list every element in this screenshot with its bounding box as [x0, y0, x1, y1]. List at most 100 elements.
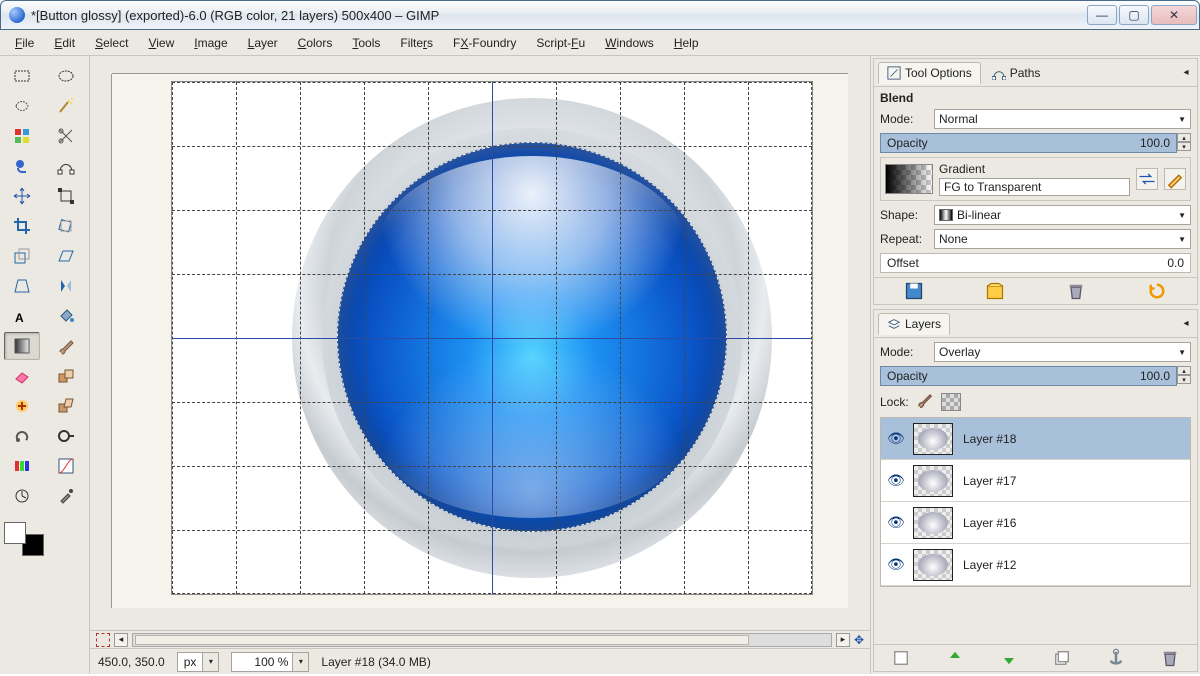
eye-icon[interactable]: 👁: [887, 514, 903, 531]
zoom-combo[interactable]: ▾: [231, 652, 309, 672]
layer-thumbnail[interactable]: [913, 465, 953, 497]
tool-dodge-burn[interactable]: [48, 422, 84, 450]
layer-row[interactable]: 👁 Layer #16: [881, 502, 1190, 544]
layer-thumbnail[interactable]: [913, 507, 953, 539]
lower-layer-button[interactable]: [998, 648, 1020, 668]
layer-row[interactable]: 👁 Layer #18: [881, 418, 1190, 460]
window-maximize-button[interactable]: ▢: [1119, 5, 1149, 25]
layer-thumbnail[interactable]: [913, 423, 953, 455]
gradient-edit-button[interactable]: [1164, 168, 1186, 190]
tool-flip[interactable]: [48, 272, 84, 300]
window-minimize-button[interactable]: —: [1087, 5, 1117, 25]
color-swatches[interactable]: [4, 522, 44, 556]
tool-blend[interactable]: [4, 332, 40, 360]
tool-free-select[interactable]: [4, 92, 40, 120]
delete-preset-button[interactable]: [1065, 281, 1087, 301]
raise-layer-button[interactable]: [944, 648, 966, 668]
horizontal-scrollbar[interactable]: ◂ ▸ ✥: [90, 630, 870, 648]
menu-layer[interactable]: Layer: [239, 33, 287, 53]
tool-perspective-clone[interactable]: [48, 392, 84, 420]
repeat-select[interactable]: None▼: [934, 229, 1191, 249]
tool-rect-select[interactable]: [4, 62, 40, 90]
gradient-name-field[interactable]: FG to Transparent: [939, 178, 1130, 196]
restore-preset-button[interactable]: [984, 281, 1006, 301]
tool-move[interactable]: [4, 182, 40, 210]
tool-crop[interactable]: [4, 212, 40, 240]
eye-icon[interactable]: 👁: [887, 430, 903, 447]
scroll-right-button[interactable]: ▸: [836, 633, 850, 647]
menu-scriptfu[interactable]: Script-Fu: [527, 33, 594, 53]
vertical-ruler[interactable]: [90, 74, 112, 608]
layer-row[interactable]: 👁 Layer #17: [881, 460, 1190, 502]
tool-perspective[interactable]: [4, 272, 40, 300]
menu-select[interactable]: Select: [86, 33, 137, 53]
tool-text[interactable]: A: [4, 302, 40, 330]
canvas-image[interactable]: [172, 82, 812, 594]
menu-help[interactable]: Help: [665, 33, 708, 53]
shape-select[interactable]: Bi-linear ▼: [934, 205, 1191, 225]
save-preset-button[interactable]: [903, 281, 925, 301]
layer-row[interactable]: 👁 Layer #12: [881, 544, 1190, 586]
tool-smudge[interactable]: [4, 422, 40, 450]
tool-paths[interactable]: [48, 152, 84, 180]
lock-pixels-button[interactable]: [915, 390, 935, 413]
layer-name[interactable]: Layer #17: [963, 474, 1016, 488]
canvas-viewport[interactable]: [112, 74, 848, 608]
blend-mode-select[interactable]: Normal▼: [934, 109, 1191, 129]
tool-color-picker[interactable]: [48, 482, 84, 510]
menu-image[interactable]: Image: [185, 33, 236, 53]
tool-by-color-select[interactable]: [4, 122, 40, 150]
tool-shear[interactable]: [48, 242, 84, 270]
tool-ellipse-select[interactable]: [48, 62, 84, 90]
scroll-left-button[interactable]: ◂: [114, 633, 128, 647]
menu-colors[interactable]: Colors: [289, 33, 342, 53]
tab-tool-options[interactable]: Tool Options: [878, 62, 981, 84]
anchor-layer-button[interactable]: [1105, 648, 1127, 668]
tool-bucket-fill[interactable]: [48, 302, 84, 330]
pan-icon[interactable]: ✥: [854, 633, 864, 647]
dock-menu-button[interactable]: ◂: [1179, 66, 1193, 80]
layer-opacity-spinner[interactable]: ▴▾: [1177, 366, 1191, 386]
layer-name[interactable]: Layer #18: [963, 432, 1016, 446]
tool-color-balance[interactable]: [4, 452, 40, 480]
horizontal-ruler[interactable]: [112, 56, 848, 74]
unit-combo[interactable]: px▾: [177, 652, 220, 672]
tool-paintbrush[interactable]: [48, 332, 84, 360]
menu-fxfoundry[interactable]: FX-Foundry: [444, 33, 525, 53]
tool-eraser[interactable]: [4, 362, 40, 390]
lock-alpha-button[interactable]: [941, 393, 961, 411]
menu-file[interactable]: File: [6, 33, 43, 53]
gradient-chooser[interactable]: Gradient FG to Transparent: [880, 157, 1191, 201]
tool-curves[interactable]: [48, 452, 84, 480]
layer-thumbnail[interactable]: [913, 549, 953, 581]
guide-vertical[interactable]: [492, 82, 493, 594]
tool-clone[interactable]: [48, 362, 84, 390]
tab-paths[interactable]: Paths: [983, 62, 1050, 84]
menu-tools[interactable]: Tools: [343, 33, 389, 53]
tool-rotate[interactable]: [48, 212, 84, 240]
menu-view[interactable]: View: [139, 33, 183, 53]
tool-measure[interactable]: [4, 482, 40, 510]
new-layer-button[interactable]: [890, 648, 912, 668]
tool-fuzzy-select[interactable]: [48, 92, 84, 120]
tool-scale[interactable]: [4, 242, 40, 270]
eye-icon[interactable]: 👁: [887, 472, 903, 489]
eye-icon[interactable]: 👁: [887, 556, 903, 573]
tab-layers[interactable]: Layers: [878, 313, 950, 335]
layer-name[interactable]: Layer #16: [963, 516, 1016, 530]
tool-opacity-slider[interactable]: Opacity 100.0: [880, 133, 1177, 153]
layer-opacity-slider[interactable]: Opacity 100.0: [880, 366, 1177, 386]
delete-layer-button[interactable]: [1159, 648, 1181, 668]
duplicate-layer-button[interactable]: [1051, 648, 1073, 668]
menu-filters[interactable]: Filters: [391, 33, 442, 53]
layers-dock-menu-button[interactable]: ◂: [1179, 317, 1193, 331]
gradient-thumbnail[interactable]: [885, 164, 933, 194]
reset-button[interactable]: [1146, 281, 1168, 301]
tool-iscissors[interactable]: [48, 122, 84, 150]
layer-name[interactable]: Layer #12: [963, 558, 1016, 572]
menu-edit[interactable]: Edit: [45, 33, 84, 53]
layer-mode-select[interactable]: Overlay▼: [934, 342, 1191, 362]
tool-heal[interactable]: [4, 392, 40, 420]
gradient-reverse-button[interactable]: [1136, 168, 1158, 190]
window-close-button[interactable]: ✕: [1151, 5, 1197, 25]
